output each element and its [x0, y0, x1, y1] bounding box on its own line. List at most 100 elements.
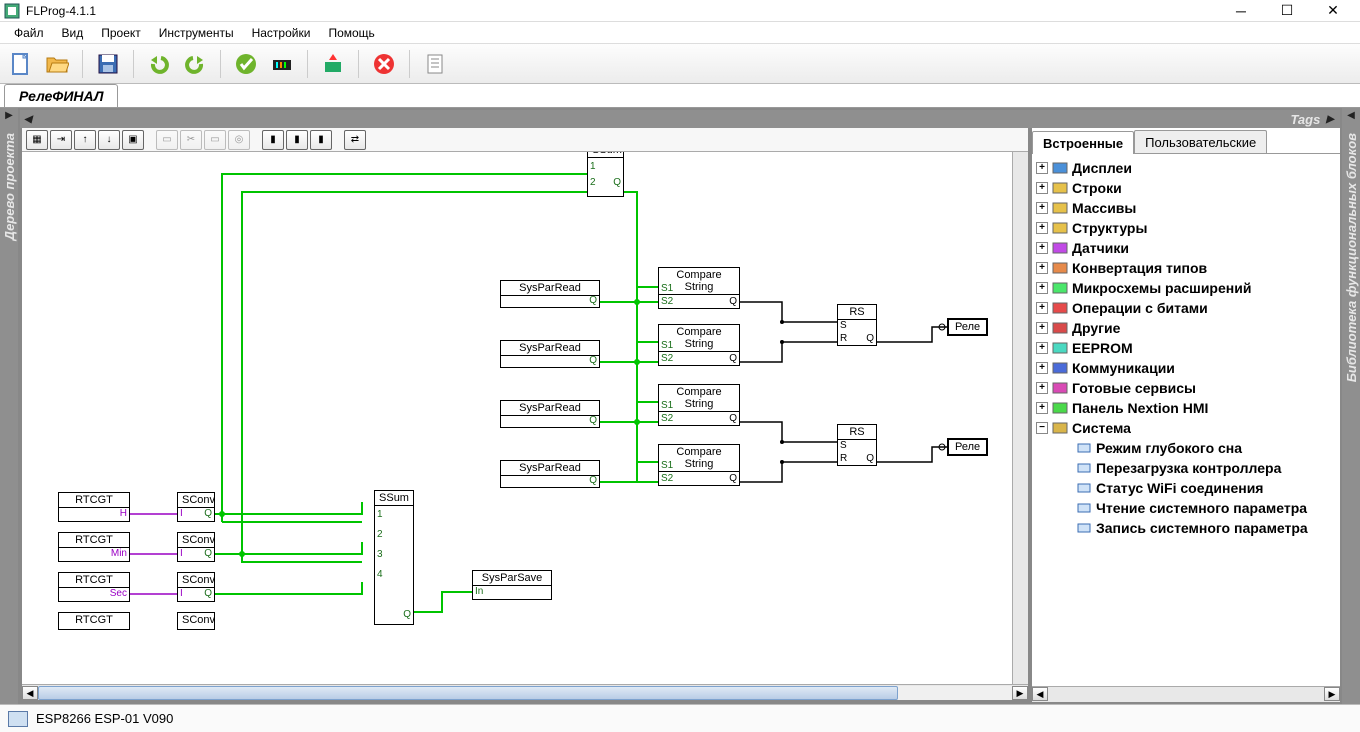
library-hscroll[interactable]: ◀ ▶ [1032, 686, 1340, 702]
block-sconv-2[interactable]: SConv I Q [177, 532, 215, 562]
open-button[interactable] [42, 49, 72, 79]
lib-item-6[interactable]: +Микросхемы расширений [1034, 278, 1338, 298]
ctool-2[interactable]: ⇥ [50, 130, 72, 150]
ctool-12[interactable]: ▮ [310, 130, 332, 150]
undo-button[interactable] [144, 49, 174, 79]
hscroll-right-icon[interactable]: ▶ [1012, 686, 1028, 700]
expand-icon[interactable]: + [1036, 302, 1048, 314]
lib-item-1[interactable]: +Строки [1034, 178, 1338, 198]
block-rtcgt-1[interactable]: RTCGT H [58, 492, 130, 522]
lib-subitem-13-4[interactable]: Запись системного параметра [1034, 518, 1338, 538]
tab-user[interactable]: Пользовательские [1134, 130, 1267, 153]
block-sconv-1[interactable]: SConv I Q [177, 492, 215, 522]
block-compare-1[interactable]: Compare String S1 S2 Q [658, 267, 740, 309]
block-ssum-left[interactable]: SSum 1 2 3 4 Q [374, 490, 414, 625]
lib-item-3[interactable]: +Структуры [1034, 218, 1338, 238]
lib-item-7[interactable]: +Операции с битами [1034, 298, 1338, 318]
block-rs-1[interactable]: RS S R Q [837, 304, 877, 346]
expand-icon[interactable]: + [1036, 322, 1048, 334]
lib-item-9[interactable]: +EEPROM [1034, 338, 1338, 358]
expand-icon[interactable]: + [1036, 162, 1048, 174]
page-button[interactable] [420, 49, 450, 79]
lib-item-11[interactable]: +Готовые сервисы [1034, 378, 1338, 398]
canvas[interactable]: SSum 1 2 Q SysParRead Q SysParRead Q [22, 152, 1028, 684]
tags-right-caret-icon[interactable]: ▶ [1326, 114, 1334, 125]
hscroll-thumb[interactable] [38, 686, 898, 700]
expand-left-icon[interactable]: ▶ [3, 108, 15, 123]
block-rele-1[interactable]: Реле [947, 318, 988, 336]
lib-item-13[interactable]: −Система [1034, 418, 1338, 438]
library-panel-collapsed[interactable]: ◀ Библиотека функциональных блоков [1342, 108, 1360, 704]
canvas-vscroll[interactable] [1012, 152, 1028, 684]
expand-icon[interactable]: − [1036, 422, 1048, 434]
menu-help[interactable]: Помощь [320, 24, 382, 42]
lib-item-0[interactable]: +Дисплеи [1034, 158, 1338, 178]
save-button[interactable] [93, 49, 123, 79]
tags-bar[interactable]: ◀ Tags ▶ [20, 110, 1340, 128]
lib-item-5[interactable]: +Конвертация типов [1034, 258, 1338, 278]
lib-item-12[interactable]: +Панель Nextion HMI [1034, 398, 1338, 418]
ctool-down[interactable]: ↓ [98, 130, 120, 150]
ctool-5[interactable]: ▣ [122, 130, 144, 150]
block-sconv-4[interactable]: SConv [177, 612, 215, 630]
lib-subitem-13-3[interactable]: Чтение системного параметра [1034, 498, 1338, 518]
lib-item-2[interactable]: +Массивы [1034, 198, 1338, 218]
ctool-1[interactable]: ▦ [26, 130, 48, 150]
expand-icon[interactable]: + [1036, 342, 1048, 354]
menu-view[interactable]: Вид [54, 24, 92, 42]
menu-tools[interactable]: Инструменты [151, 24, 242, 42]
expand-icon[interactable]: + [1036, 362, 1048, 374]
lib-item-4[interactable]: +Датчики [1034, 238, 1338, 258]
lib-hscroll-left-icon[interactable]: ◀ [1032, 687, 1048, 701]
block-sysparread-4[interactable]: SysParRead Q [500, 460, 600, 488]
menu-project[interactable]: Проект [93, 24, 149, 42]
close-button[interactable]: ✕ [1310, 1, 1356, 21]
block-sysparread-1[interactable]: SysParRead Q [500, 280, 600, 308]
compile-button[interactable] [267, 49, 297, 79]
block-compare-3[interactable]: Compare String S1 S2 Q [658, 384, 740, 426]
expand-icon[interactable]: + [1036, 282, 1048, 294]
block-sysparread-3[interactable]: SysParRead Q [500, 400, 600, 428]
tags-left-caret-icon[interactable]: ◀ [24, 114, 32, 125]
tab-project[interactable]: РелеФИНАЛ [4, 84, 118, 107]
upload-button[interactable] [318, 49, 348, 79]
block-rele-2[interactable]: Реле [947, 438, 988, 456]
expand-icon[interactable]: + [1036, 262, 1048, 274]
tab-builtin[interactable]: Встроенные [1032, 131, 1134, 154]
maximize-button[interactable]: ☐ [1264, 1, 1310, 21]
project-tree-panel-collapsed[interactable]: ▶ Дерево проекта [0, 108, 18, 704]
minimize-button[interactable]: ─ [1218, 1, 1264, 21]
lib-item-10[interactable]: +Коммуникации [1034, 358, 1338, 378]
menu-file[interactable]: Файл [6, 24, 52, 42]
canvas-hscroll[interactable]: ◀ ▶ [22, 684, 1028, 700]
lib-item-8[interactable]: +Другие [1034, 318, 1338, 338]
hscroll-left-icon[interactable]: ◀ [22, 686, 38, 700]
library-tree[interactable]: +Дисплеи+Строки+Массивы+Структуры+Датчик… [1032, 154, 1340, 686]
ctool-up[interactable]: ↑ [74, 130, 96, 150]
ctool-11[interactable]: ▮ [286, 130, 308, 150]
expand-icon[interactable]: + [1036, 382, 1048, 394]
expand-icon[interactable]: + [1036, 182, 1048, 194]
block-compare-4[interactable]: Compare String S1 S2 Q [658, 444, 740, 486]
block-sysparsave[interactable]: SysParSave In [472, 570, 552, 600]
block-compare-2[interactable]: Compare String S1 S2 Q [658, 324, 740, 366]
block-ssum-top[interactable]: SSum 1 2 Q [587, 152, 624, 197]
menu-settings[interactable]: Настройки [244, 24, 319, 42]
block-rtcgt-3[interactable]: RTCGT Sec [58, 572, 130, 602]
ctool-10[interactable]: ▮ [262, 130, 284, 150]
lib-hscroll-right-icon[interactable]: ▶ [1324, 687, 1340, 701]
block-sysparread-2[interactable]: SysParRead Q [500, 340, 600, 368]
expand-right-icon[interactable]: ◀ [1345, 108, 1357, 123]
new-button[interactable] [6, 49, 36, 79]
expand-icon[interactable]: + [1036, 202, 1048, 214]
block-rtcgt-2[interactable]: RTCGT Min [58, 532, 130, 562]
block-rtcgt-4[interactable]: RTCGT [58, 612, 130, 630]
lib-subitem-13-0[interactable]: Режим глубокого сна [1034, 438, 1338, 458]
lib-subitem-13-2[interactable]: Статус WiFi соединения [1034, 478, 1338, 498]
lib-subitem-13-1[interactable]: Перезагрузка контроллера [1034, 458, 1338, 478]
expand-icon[interactable]: + [1036, 222, 1048, 234]
expand-icon[interactable]: + [1036, 242, 1048, 254]
verify-button[interactable] [231, 49, 261, 79]
ctool-13[interactable]: ⇄ [344, 130, 366, 150]
expand-icon[interactable]: + [1036, 402, 1048, 414]
